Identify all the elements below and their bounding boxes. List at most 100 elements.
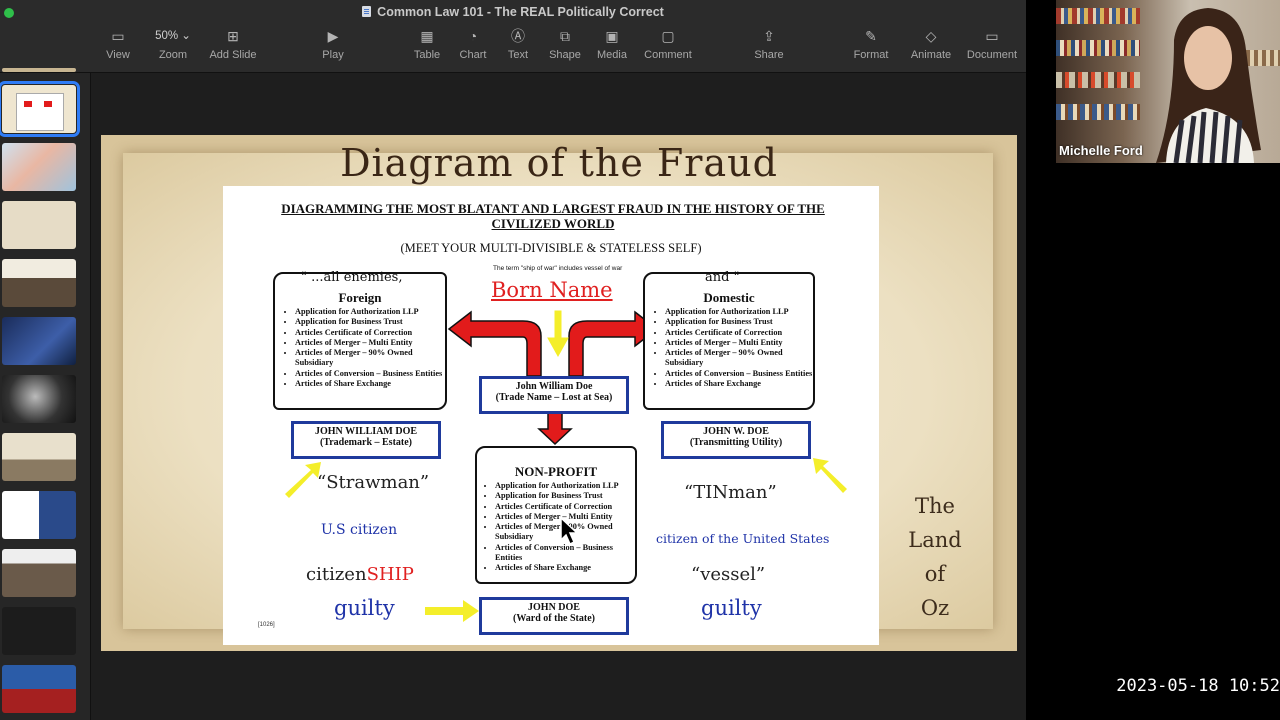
slide-thumbnail[interactable] (2, 201, 76, 249)
toolbar: Common Law 101 - The REAL Politically Co… (0, 0, 1026, 73)
domestic-list: Application for Authorization LLP Applic… (651, 307, 815, 389)
yellow-arrow-guilty (425, 600, 479, 622)
document-label: Document (966, 49, 1018, 61)
vessel-label: “vessel” (691, 564, 766, 585)
format-label: Format (853, 49, 889, 61)
ship-word: SHIP (366, 564, 414, 585)
chart-label: Chart (459, 49, 487, 61)
participant-name: Michelle Ford (1059, 143, 1143, 158)
slide[interactable]: Diagram of the Fraud DIAGRAMMING THE MOS… (101, 135, 1017, 651)
trade-name-line2: (Trade Name – Lost at Sea) (495, 392, 613, 403)
sidebar-icon: ▭ (111, 28, 125, 44)
zoom-button[interactable]: 50% ⌄ Zoom (150, 26, 196, 61)
shape-button[interactable]: ⧉ Shape (546, 26, 584, 61)
media-button[interactable]: ▣ Media (594, 26, 630, 61)
utility-line2: (Transmitting Utility) (689, 437, 783, 448)
list-item: Articles of Share Exchange (665, 379, 815, 389)
slide-thumbnail[interactable] (2, 607, 76, 655)
list-item: Application for Business Trust (665, 317, 815, 327)
slide-thumbnail[interactable] (2, 143, 76, 191)
land-of-oz-line: of (924, 562, 946, 586)
window-title: Common Law 101 - The REAL Politically Co… (0, 5, 1026, 19)
play-button[interactable]: ▶ Play (318, 26, 348, 61)
slide-navigator[interactable] (0, 68, 91, 720)
text-button[interactable]: Ⓐ Text (503, 26, 533, 61)
document-button[interactable]: ▭ Document (964, 26, 1020, 61)
webcam-video[interactable]: Michelle Ford (1056, 0, 1280, 163)
chart-icon: ◔ (468, 28, 478, 44)
document-panel-icon: ▭ (985, 28, 999, 44)
add-slide-button[interactable]: ⊞ Add Slide (206, 26, 260, 61)
table-icon: ▦ (420, 28, 434, 44)
list-item: Articles of Merger – 90% Owned Subsidiar… (665, 348, 815, 369)
list-item: Articles of Conversion – Business Entiti… (665, 369, 815, 379)
add-slide-icon: ⊞ (227, 28, 239, 44)
table-button[interactable]: ▦ Table (410, 26, 444, 61)
trademark-line2: (Trademark – Estate) (319, 437, 413, 448)
share-icon: ⇪ (763, 28, 775, 44)
zoom-value: 50% ⌄ (155, 30, 191, 42)
list-item: Articles of Merger – 90% Owned Subsidiar… (295, 348, 445, 369)
zoom-value-text: 50% (155, 30, 179, 42)
nonprofit-scroll: NON-PROFIT Application for Authorization… (475, 446, 637, 584)
share-button[interactable]: ⇪ Share (752, 26, 786, 61)
slide-thumbnail[interactable] (2, 317, 76, 365)
text-label: Text (507, 49, 529, 61)
comment-button[interactable]: ▢ Comment (641, 26, 695, 61)
presenter (1156, 8, 1261, 163)
citation: [1026] (258, 622, 275, 628)
view-button[interactable]: ▭ View (104, 26, 132, 61)
strawman-label: “Strawman” (317, 472, 430, 493)
foreign-heading: Foreign (338, 290, 382, 305)
zoom-label: Zoom (158, 49, 188, 61)
view-label: View (106, 49, 130, 61)
nonprofit-heading: NON-PROFIT (514, 464, 598, 479)
chart-button[interactable]: ◔ Chart (456, 26, 490, 61)
land-of-oz-line: Oz (920, 596, 950, 620)
media-icon: ▣ (605, 28, 619, 44)
list-item: Application for Authorization LLP (665, 307, 815, 317)
land-of-oz-line: The Land (908, 494, 962, 552)
shape-icon: ⧉ (560, 28, 570, 44)
foreign-scroll: " ...all enemies, Foreign Application fo… (273, 270, 447, 410)
utility-line1: JOHN W. DOE (703, 426, 769, 437)
slide-thumbnail[interactable] (2, 433, 76, 481)
slide-title: Diagram of the Fraud (340, 141, 778, 185)
slide-canvas[interactable]: Diagram of the Fraud DIAGRAMMING THE MOS… (91, 73, 1026, 720)
animate-icon: ◇ (925, 28, 937, 44)
play-icon: ▶ (327, 28, 339, 44)
comment-icon: ▢ (661, 28, 675, 44)
list-item: Articles of Share Exchange (495, 563, 640, 573)
domestic-caption: and " (705, 270, 740, 285)
list-item: Articles of Merger – Multi Entity (295, 338, 445, 348)
slide-thumbnail[interactable] (2, 549, 76, 597)
list-item: Articles of Share Exchange (295, 379, 445, 389)
trade-name-line1: John William Doe (515, 381, 593, 392)
share-label: Share (754, 49, 784, 61)
format-brush-icon: ✎ (865, 28, 877, 44)
list-item: Articles of Merger – Multi Entity (665, 338, 815, 348)
document-icon (362, 6, 372, 17)
transmitting-utility-box: JOHN W. DOE (Transmitting Utility) (661, 421, 811, 459)
timestamp-overlay: 2023-05-18 10:52 (1116, 676, 1280, 696)
format-button[interactable]: ✎ Format (851, 26, 891, 61)
citizen-of-us-label: citizen of the United States (656, 531, 830, 546)
domestic-scroll: and " Domestic Application for Authoriza… (643, 270, 815, 410)
slide-thumbnail[interactable] (2, 375, 76, 423)
media-label: Media (597, 49, 627, 61)
slide-thumbnail[interactable] (2, 491, 76, 539)
list-item: Articles Certificate of Correction (665, 328, 815, 338)
ward-of-state-box: JOHN DOE (Ward of the State) (479, 597, 629, 635)
comment-label: Comment (644, 49, 692, 61)
trade-name-box: John William Doe (Trade Name – Lost at S… (479, 376, 629, 414)
list-item: Articles Certificate of Correction (295, 328, 445, 338)
list-item: Application for Authorization LLP (495, 481, 640, 491)
animate-button[interactable]: ◇ Animate (909, 26, 953, 61)
citizen-word: citizen (306, 564, 367, 585)
slide-thumbnail-selected[interactable] (0, 81, 80, 137)
diagram-document: DIAGRAMMING THE MOST BLATANT AND LARGEST… (223, 186, 879, 645)
ward-line2: (Ward of the State) (513, 613, 595, 624)
slide-thumbnail[interactable] (2, 665, 76, 713)
slide-thumbnail[interactable] (2, 68, 76, 72)
slide-thumbnail[interactable] (2, 259, 76, 307)
